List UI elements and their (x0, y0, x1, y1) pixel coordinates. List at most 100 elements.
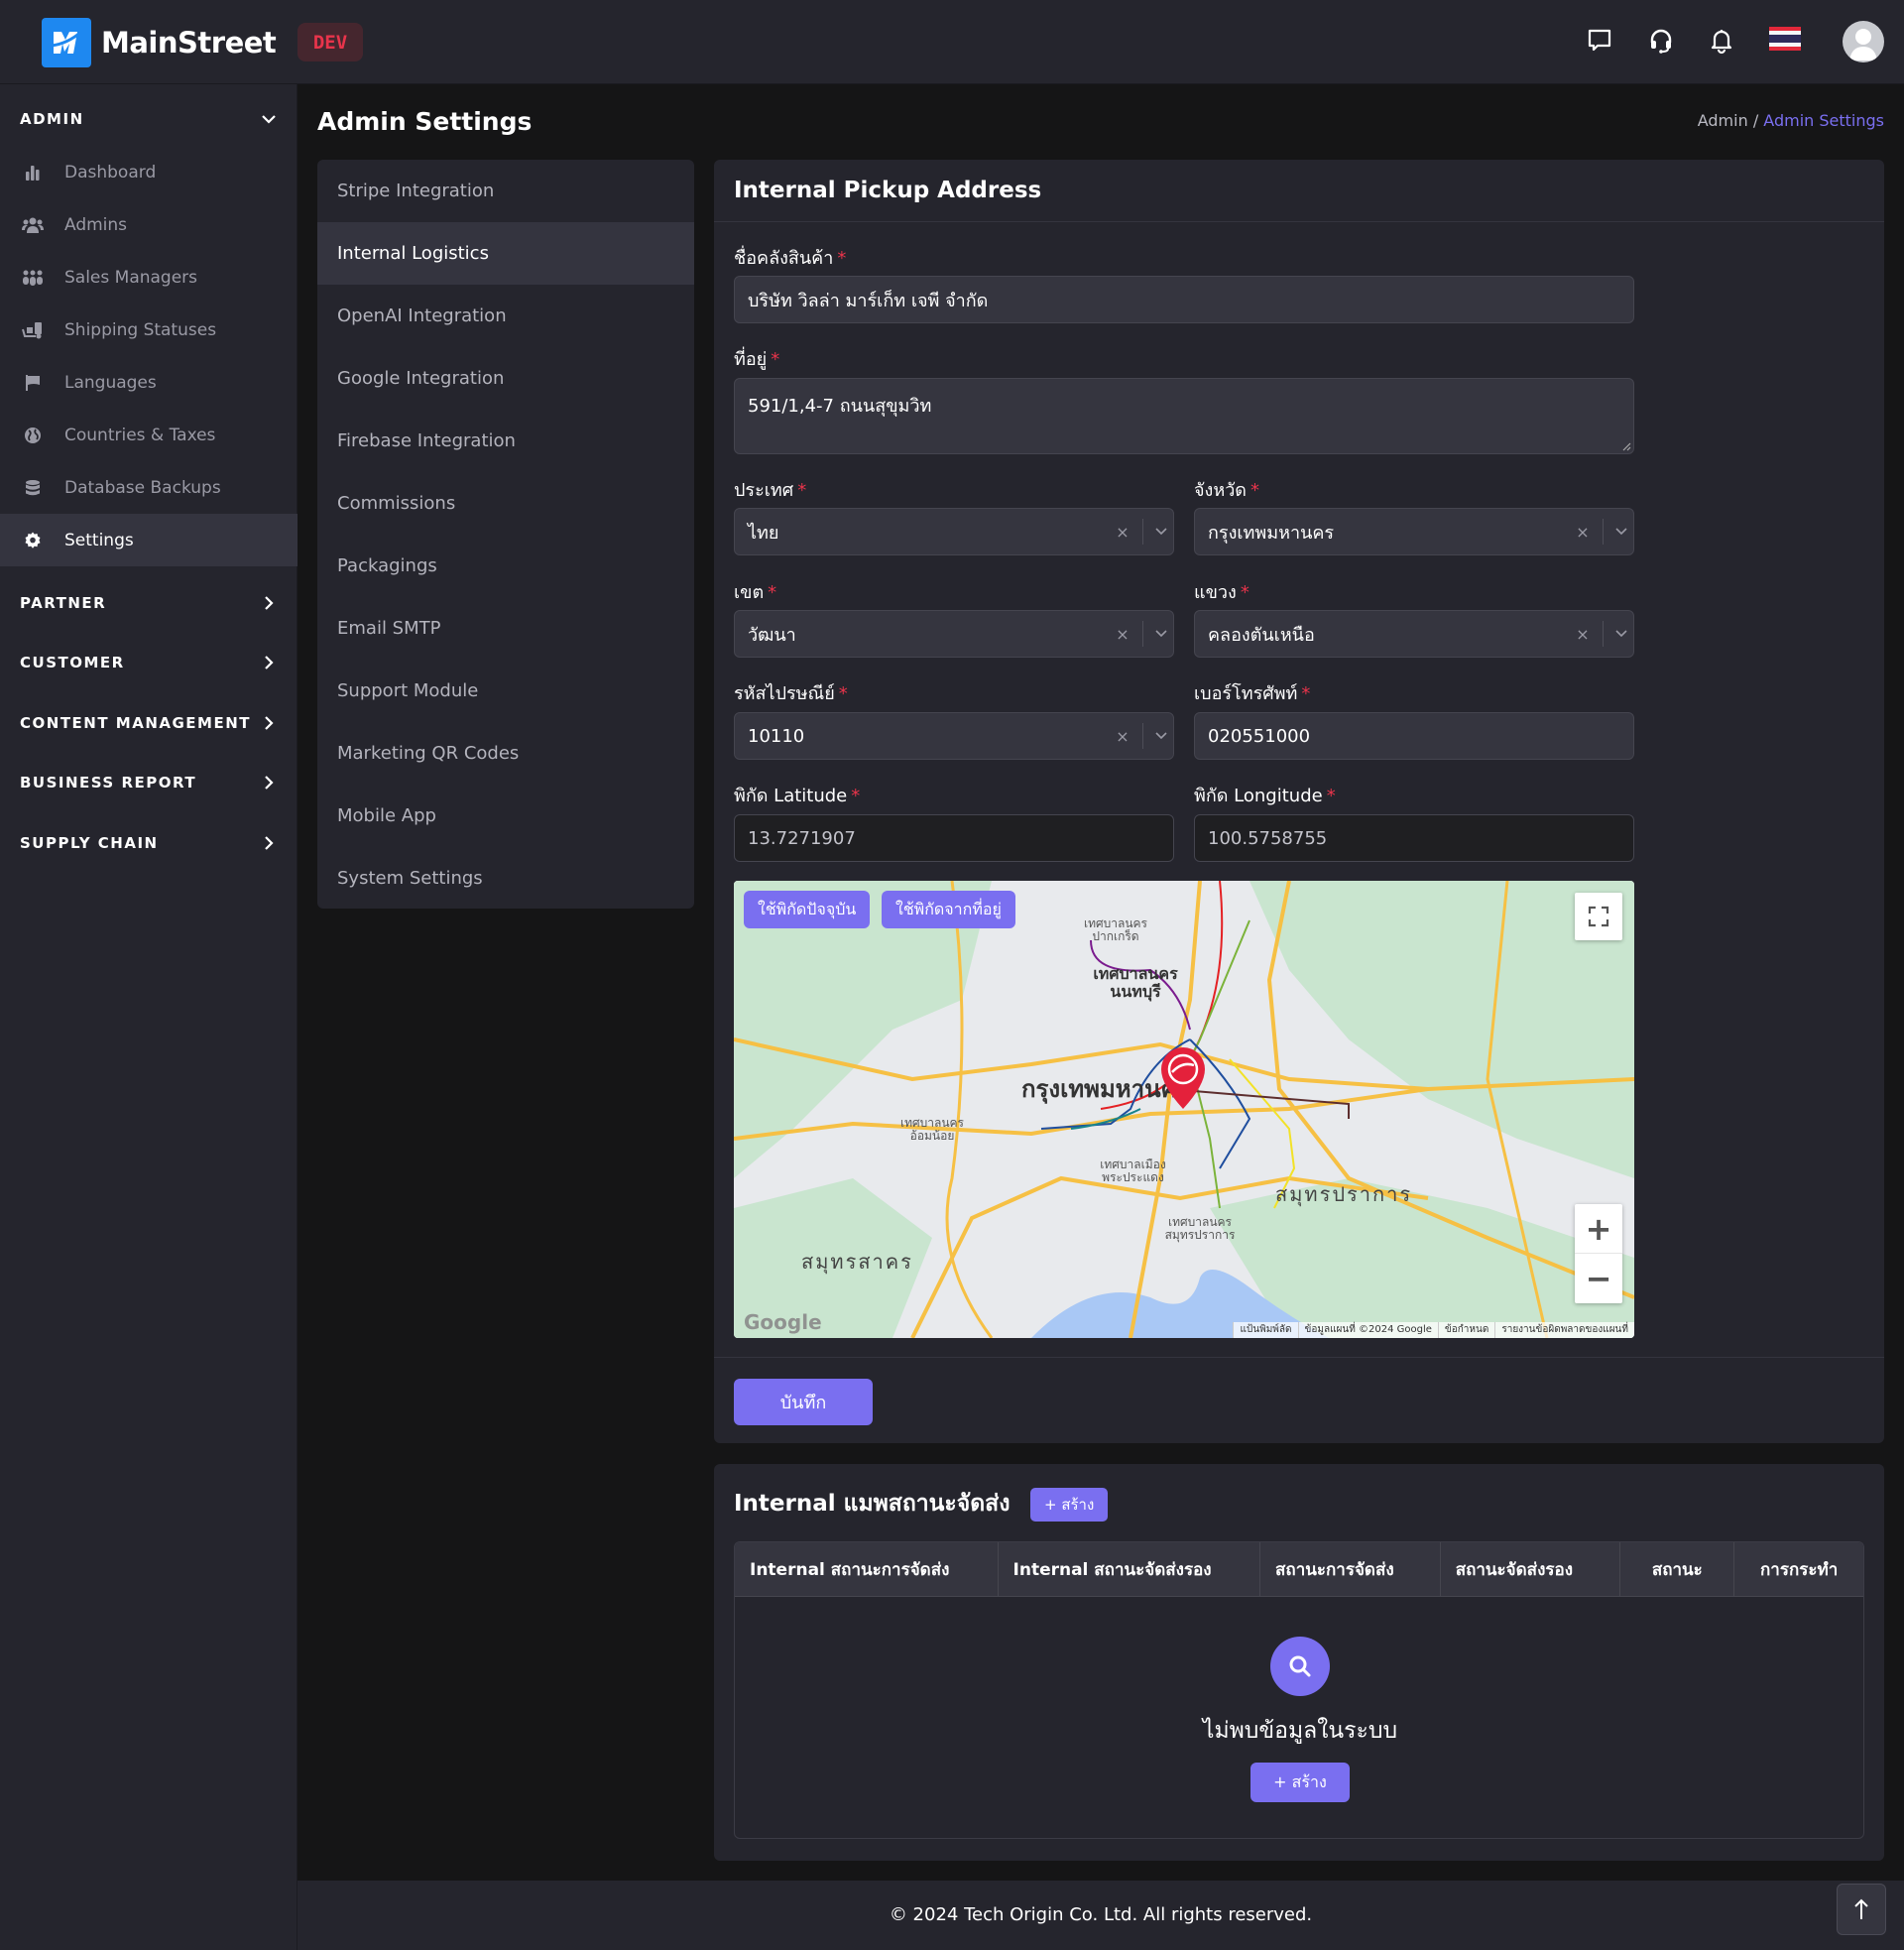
google-logo: Google (744, 1310, 822, 1334)
map-data-credit: ข้อมูลแผนที่ ©2024 Google (1297, 1322, 1438, 1338)
create-button[interactable]: + สร้าง (1030, 1488, 1109, 1522)
resize-handle-icon[interactable] (1621, 441, 1631, 451)
chevron-down-icon[interactable] (1609, 528, 1633, 536)
use-address-location-button[interactable]: ใช้พิกัดจากที่อยู่ (882, 891, 1015, 928)
fullscreen-button[interactable] (1575, 893, 1622, 940)
settings-nav-mobile-app[interactable]: Mobile App (317, 785, 694, 847)
sidebar-item-shipping-statuses[interactable]: Shipping Statuses (0, 304, 298, 356)
settings-nav-system-settings[interactable]: System Settings (317, 847, 694, 909)
chevron-down-icon[interactable] (1149, 732, 1173, 740)
location-pin-icon[interactable] (1158, 1045, 1208, 1111)
province-value: กรุงเทพมหานคร (1208, 522, 1335, 544)
back-to-top-button[interactable] (1837, 1884, 1886, 1935)
sidebar-group-label: PARTNER (20, 594, 107, 612)
headset-icon[interactable] (1645, 25, 1677, 57)
divider (1142, 723, 1143, 749)
latitude-input[interactable]: 13.7271907 (734, 814, 1174, 862)
chevron-down-icon[interactable] (1149, 528, 1173, 536)
settings-nav-openai-integration[interactable]: OpenAI Integration (317, 285, 694, 347)
empty-state-text: ไม่พบข้อมูลในระบบ (1202, 1718, 1398, 1744)
settings-nav-email-smtp[interactable]: Email SMTP (317, 597, 694, 660)
sidebar-item-sales-managers[interactable]: Sales Managers (0, 251, 298, 304)
sidebar-group-admin[interactable]: ADMIN (0, 94, 298, 144)
chevron-down-icon[interactable] (1609, 630, 1633, 638)
location-map[interactable]: กรุงเทพมหานคร เทศบาลนคร นนทบุรี เทศบาลนค… (734, 881, 1634, 1338)
sidebar-group-content-management[interactable]: CONTENT MANAGEMENT (0, 698, 298, 748)
sidebar-item-dashboard[interactable]: Dashboard (0, 146, 298, 198)
sidebar-group-partner[interactable]: PARTNER (0, 578, 298, 628)
settings-nav-google-integration[interactable]: Google Integration (317, 347, 694, 410)
province-select[interactable]: กรุงเทพมหานคร × (1194, 508, 1634, 555)
longitude-input[interactable]: 100.5758755 (1194, 814, 1634, 862)
clear-icon[interactable]: × (1569, 625, 1597, 644)
settings-nav-firebase-integration[interactable]: Firebase Integration (317, 410, 694, 472)
clear-icon[interactable]: × (1109, 625, 1136, 644)
save-button[interactable]: บันทึก (734, 1379, 873, 1425)
column-header[interactable]: สถานะจัดส่งรอง (1441, 1542, 1621, 1597)
country-select[interactable]: ไทย × (734, 508, 1174, 555)
empty-state-create-button[interactable]: + สร้าง (1250, 1763, 1350, 1802)
map-label-nonthaburi: เทศบาลนคร นนทบุรี (1093, 964, 1178, 1001)
brand-name: MainStreet (101, 26, 277, 60)
divider (1603, 621, 1604, 647)
chat-icon[interactable] (1584, 25, 1615, 57)
column-header[interactable]: Internal สถานะการจัดส่ง (735, 1542, 999, 1597)
pickup-address-card: Internal Pickup Address ชื่อคลังสินค้า * … (714, 160, 1884, 1443)
user-avatar[interactable] (1843, 21, 1884, 62)
required-mark: * (838, 683, 848, 704)
bell-icon[interactable] (1706, 25, 1737, 57)
sidebar-item-settings[interactable]: Settings (0, 514, 298, 566)
address-value: 591/1,4-7 ถนนสุขุมวิท (748, 396, 932, 417)
gear-icon (22, 530, 44, 551)
settings-nav-marketing-qr-codes[interactable]: Marketing QR Codes (317, 722, 694, 785)
brand-logo[interactable]: MainStreet (42, 18, 277, 67)
zoom-out-button[interactable]: − (1575, 1254, 1622, 1303)
logo-mark-icon (42, 18, 91, 67)
warehouse-name-input[interactable]: บริษัท วิลล่า มาร์เก็ท เจพี จำกัด (734, 276, 1634, 323)
sidebar-group-customer[interactable]: CUSTOMER (0, 638, 298, 687)
keyboard-shortcuts-link[interactable]: แป้นพิมพ์ลัด (1233, 1322, 1297, 1338)
required-mark: * (837, 248, 847, 269)
settings-nav-stripe-integration[interactable]: Stripe Integration (317, 160, 694, 222)
settings-nav-internal-logistics[interactable]: Internal Logistics (317, 222, 694, 285)
phone-input[interactable]: 020551000 (1194, 712, 1634, 760)
column-header[interactable]: Internal สถานะจัดส่งรอง (999, 1542, 1261, 1597)
chevron-down-icon[interactable] (1149, 630, 1173, 638)
map-label-samut-prakan: สมุทรปราการ (1275, 1182, 1413, 1206)
env-badge: DEV (298, 23, 363, 61)
thailand-flag-icon[interactable] (1769, 27, 1801, 51)
settings-nav-support-module[interactable]: Support Module (317, 660, 694, 722)
clear-icon[interactable]: × (1109, 523, 1136, 542)
empty-state: ไม่พบข้อมูลในระบบ + สร้าง (735, 1597, 1863, 1838)
sidebar-item-languages[interactable]: Languages (0, 356, 298, 409)
terms-link[interactable]: ข้อกำหนด (1437, 1322, 1494, 1338)
column-header: การกระทำ (1759, 1560, 1839, 1580)
people-group-icon (22, 267, 44, 289)
report-error-link[interactable]: รายงานข้อผิดพลาดของแผนที่ (1494, 1322, 1634, 1338)
column-header[interactable]: สถานะ (1620, 1542, 1735, 1597)
column-header[interactable]: สถานะการจัดส่ง (1260, 1542, 1441, 1597)
settings-nav: Stripe Integration Internal Logistics Op… (317, 160, 694, 909)
settings-nav-commissions[interactable]: Commissions (317, 472, 694, 535)
clear-icon[interactable]: × (1569, 523, 1597, 542)
subdistrict-select[interactable]: คลองตันเหนือ × (1194, 610, 1634, 658)
zoom-in-button[interactable]: + (1575, 1204, 1622, 1254)
sidebar-item-countries-taxes[interactable]: Countries & Taxes (0, 409, 298, 461)
status-map-table: Internal สถานะการจัดส่ง Internal สถานะจั… (734, 1541, 1864, 1839)
clear-icon[interactable]: × (1109, 727, 1136, 746)
sidebar-group-supply-chain[interactable]: SUPPLY CHAIN (0, 818, 298, 868)
sidebar-item-label: Shipping Statuses (64, 319, 217, 340)
district-select[interactable]: วัฒนา × (734, 610, 1174, 658)
settings-nav-packagings[interactable]: Packagings (317, 535, 694, 597)
postal-code-select[interactable]: 10110 × (734, 712, 1174, 760)
country-label: ประเทศ * (734, 480, 807, 501)
use-current-location-button[interactable]: ใช้พิกัดปัจจุบัน (744, 891, 871, 928)
sidebar-item-database-backups[interactable]: Database Backups (0, 461, 298, 514)
sidebar-group-label: CUSTOMER (20, 654, 125, 671)
address-textarea[interactable]: 591/1,4-7 ถนนสุขุมวิท (734, 378, 1634, 454)
postal-code-value: 10110 (748, 725, 805, 747)
sidebar-group-business-report[interactable]: BUSINESS REPORT (0, 758, 298, 807)
sidebar-item-admins[interactable]: Admins (0, 198, 298, 251)
sidebar-group-label: BUSINESS REPORT (20, 774, 197, 792)
breadcrumb-parent[interactable]: Admin (1698, 111, 1748, 130)
